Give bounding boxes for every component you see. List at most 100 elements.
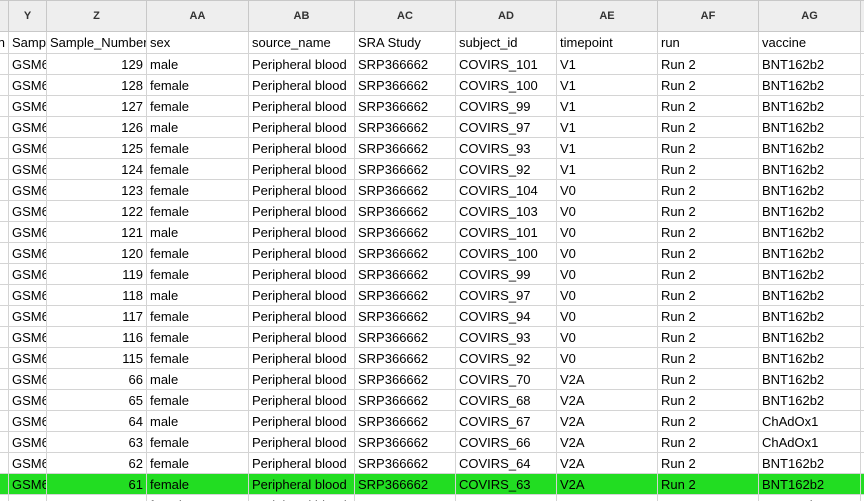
cell-samp[interactable]: GSM6 (8, 221, 47, 243)
cell-source-name[interactable]: Peripheral blood (248, 347, 355, 369)
cell-sex[interactable]: female (146, 347, 249, 369)
cell-prev[interactable] (0, 431, 9, 453)
header-cell-samp[interactable]: Samp (8, 31, 47, 54)
cell-next[interactable] (860, 494, 864, 501)
cell-source-name[interactable]: Peripheral blood (248, 452, 355, 474)
cell-next[interactable] (860, 452, 864, 474)
cell-next[interactable] (860, 179, 864, 201)
cell-subject-id[interactable]: COVIRS_93 (455, 137, 557, 159)
cell-subject-id[interactable]: COVIRS_94 (455, 305, 557, 327)
cell-sample-number[interactable]: 60 (46, 494, 147, 501)
cell-timepoint[interactable]: V0 (556, 284, 658, 306)
cell-timepoint[interactable]: V1 (556, 74, 658, 96)
column-header-x[interactable] (0, 0, 9, 32)
cell-vaccine[interactable]: BNT162b2 (758, 116, 861, 138)
cell-samp[interactable]: GSM6 (8, 389, 47, 411)
cell-vaccine[interactable]: BNT162b2 (758, 494, 861, 501)
cell-samp[interactable]: GSM6 (8, 242, 47, 264)
cell-vaccine[interactable]: BNT162b2 (758, 263, 861, 285)
cell-vaccine[interactable]: BNT162b2 (758, 326, 861, 348)
cell-timepoint[interactable]: V2A (556, 368, 658, 390)
cell-vaccine[interactable]: BNT162b2 (758, 95, 861, 117)
cell-subject-id[interactable]: COVIRS_101 (455, 221, 557, 243)
cell-sample-number[interactable]: 116 (46, 326, 147, 348)
cell-sex[interactable]: male (146, 284, 249, 306)
cell-run[interactable]: Run 2 (657, 158, 759, 180)
cell-next[interactable] (860, 137, 864, 159)
cell-prev[interactable] (0, 326, 9, 348)
cell-samp[interactable]: GSM6 (8, 284, 47, 306)
cell-vaccine[interactable]: BNT162b2 (758, 368, 861, 390)
cell-run[interactable]: Run 2 (657, 410, 759, 432)
table-row[interactable]: GSM6 116 female Peripheral blood SRP366662 CO… (0, 326, 864, 348)
cell-vaccine[interactable]: BNT162b2 (758, 74, 861, 96)
cell-vaccine[interactable]: BNT162b2 (758, 179, 861, 201)
cell-vaccine[interactable]: BNT162b2 (758, 452, 861, 474)
table-row[interactable]: GSM6 120 female Peripheral blood SRP366662 CO… (0, 242, 864, 264)
cell-sample-number[interactable]: 62 (46, 452, 147, 474)
cell-sample-number[interactable]: 119 (46, 263, 147, 285)
cell-next[interactable] (860, 284, 864, 306)
header-cell-subject-id[interactable]: subject_id (455, 31, 557, 54)
cell-run[interactable]: Run 2 (657, 74, 759, 96)
cell-sex[interactable]: female (146, 95, 249, 117)
cell-timepoint[interactable]: V1 (556, 53, 658, 75)
cell-vaccine[interactable]: BNT162b2 (758, 284, 861, 306)
cell-source-name[interactable]: Peripheral blood (248, 494, 355, 501)
cell-run[interactable]: Run 2 (657, 452, 759, 474)
cell-sample-number[interactable]: 121 (46, 221, 147, 243)
cell-run[interactable]: Run 2 (657, 242, 759, 264)
cell-run[interactable]: Run 2 (657, 431, 759, 453)
cell-sample-number[interactable]: 123 (46, 179, 147, 201)
cell-sra-study[interactable]: SRP366662 (354, 137, 456, 159)
table-row[interactable]: GSM6 123 female Peripheral blood SRP366662 CO… (0, 179, 864, 201)
cell-subject-id[interactable]: COVIRS_97 (455, 284, 557, 306)
cell-subject-id[interactable]: COVIRS_63 (455, 473, 557, 495)
cell-samp[interactable]: GSM6 (8, 410, 47, 432)
cell-sex[interactable]: female (146, 452, 249, 474)
cell-sex[interactable]: female (146, 242, 249, 264)
cell-samp[interactable]: GSM6 (8, 53, 47, 75)
cell-prev[interactable] (0, 74, 9, 96)
cell-samp[interactable]: GSM6 (8, 347, 47, 369)
cell-timepoint[interactable]: V0 (556, 242, 658, 264)
cell-prev[interactable] (0, 137, 9, 159)
cell-sex[interactable]: male (146, 221, 249, 243)
cell-next[interactable] (860, 368, 864, 390)
cell-sra-study[interactable]: SRP366662 (354, 326, 456, 348)
column-header-ad[interactable]: AD (455, 0, 557, 32)
cell-timepoint[interactable]: V1 (556, 137, 658, 159)
header-cell-sample-number[interactable]: Sample_Number (46, 31, 147, 54)
cell-source-name[interactable]: Peripheral blood (248, 410, 355, 432)
cell-timepoint[interactable]: V1 (556, 494, 658, 501)
cell-sex[interactable]: male (146, 410, 249, 432)
cell-next[interactable] (860, 473, 864, 495)
cell-source-name[interactable]: Peripheral blood (248, 242, 355, 264)
cell-sra-study[interactable]: SRP366662 (354, 116, 456, 138)
cell-vaccine[interactable]: BNT162b2 (758, 305, 861, 327)
cell-sex[interactable]: female (146, 158, 249, 180)
cell-vaccine[interactable]: BNT162b2 (758, 158, 861, 180)
cell-subject-id[interactable]: COVIRS_64 (455, 452, 557, 474)
cell-subject-id[interactable]: COVIRS_66 (455, 431, 557, 453)
cell-sra-study[interactable]: SRP366662 (354, 410, 456, 432)
cell-sex[interactable]: male (146, 368, 249, 390)
cell-subject-id[interactable]: COVIRS_67 (455, 410, 557, 432)
cell-run[interactable]: Run 2 (657, 137, 759, 159)
cell-sample-number[interactable]: 63 (46, 431, 147, 453)
cell-source-name[interactable]: Peripheral blood (248, 221, 355, 243)
cell-sra-study[interactable]: SRP366662 (354, 347, 456, 369)
cell-sample-number[interactable]: 127 (46, 95, 147, 117)
cell-samp[interactable]: GSM6 (8, 326, 47, 348)
cell-sex[interactable]: female (146, 326, 249, 348)
column-header-ag[interactable]: AG (758, 0, 861, 32)
cell-run[interactable]: Run 2 (657, 389, 759, 411)
cell-sex[interactable]: female (146, 179, 249, 201)
cell-sra-study[interactable]: SRP366662 (354, 431, 456, 453)
column-header-aa[interactable]: AA (146, 0, 249, 32)
cell-sra-study[interactable]: SRP366662 (354, 53, 456, 75)
cell-samp[interactable]: GSM6 (8, 305, 47, 327)
cell-sra-study[interactable]: SRP366662 (354, 389, 456, 411)
table-row[interactable]: GSM6 128 female Peripheral blood SRP366662 CO… (0, 74, 864, 96)
table-row[interactable]: GSM6 63 female Peripheral blood SRP366662 COV… (0, 431, 864, 453)
